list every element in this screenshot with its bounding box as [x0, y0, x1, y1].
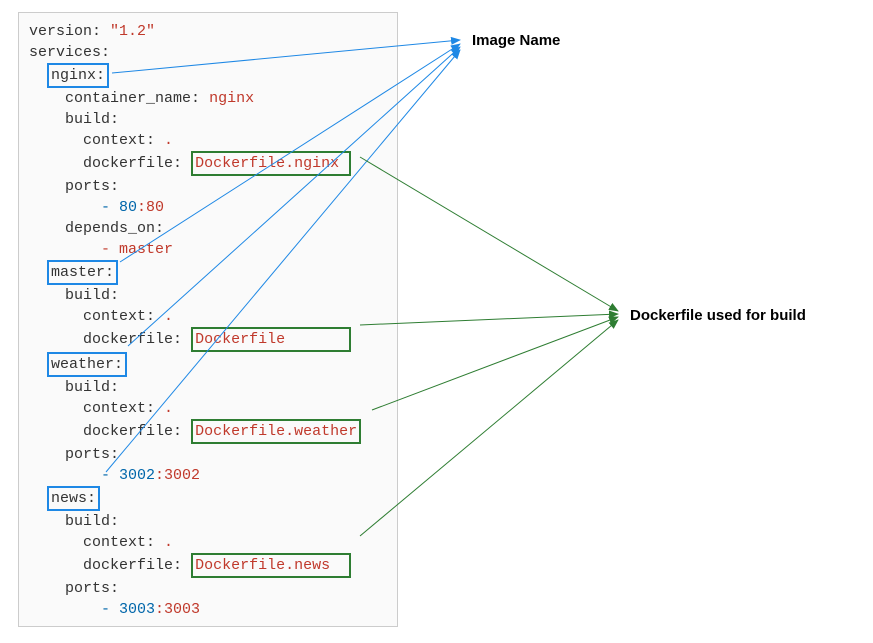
line-news-name: news:	[29, 486, 387, 511]
line-weather-name: weather:	[29, 352, 387, 377]
line-news-port0: - 3003:3003	[29, 599, 387, 620]
line-nginx-cn: container_name: nginx	[29, 88, 387, 109]
line-news-build: build:	[29, 511, 387, 532]
dockerfile-master: Dockerfile	[191, 327, 351, 352]
line-nginx-build: build:	[29, 109, 387, 130]
dockerfile-nginx: Dockerfile.nginx	[191, 151, 351, 176]
line-nginx-port0: - 80:80	[29, 197, 387, 218]
line-weather-build: build:	[29, 377, 387, 398]
line-nginx-ctx: context: .	[29, 130, 387, 151]
line-weather-ports: ports:	[29, 444, 387, 465]
line-master-build: build:	[29, 285, 387, 306]
line-weather-ctx: context: .	[29, 398, 387, 419]
line-news-ports: ports:	[29, 578, 387, 599]
image-name-master: master:	[47, 260, 118, 285]
line-weather-df: dockerfile: Dockerfile.weather	[29, 419, 387, 444]
image-name-nginx: nginx:	[47, 63, 109, 88]
line-nginx-dep0: - master	[29, 239, 387, 260]
line-master-name: master:	[29, 260, 387, 285]
yaml-code-box: version: "1.2" services: nginx: containe…	[18, 12, 398, 627]
line-nginx-name: nginx:	[29, 63, 387, 88]
line-news-df: dockerfile: Dockerfile.news	[29, 553, 387, 578]
line-nginx-ports: ports:	[29, 176, 387, 197]
line-version: version: "1.2"	[29, 21, 387, 42]
line-weather-port0: - 3002:3002	[29, 465, 387, 486]
image-name-news: news:	[47, 486, 100, 511]
line-nginx-dep: depends_on:	[29, 218, 387, 239]
line-services: services:	[29, 42, 387, 63]
line-nginx-df: dockerfile: Dockerfile.nginx	[29, 151, 387, 176]
label-dockerfile-used: Dockerfile used for build	[630, 307, 806, 324]
label-image-name: Image Name	[472, 32, 560, 49]
dockerfile-weather: Dockerfile.weather	[191, 419, 361, 444]
line-master-df: dockerfile: Dockerfile	[29, 327, 387, 352]
line-master-ctx: context: .	[29, 306, 387, 327]
dockerfile-news: Dockerfile.news	[191, 553, 351, 578]
image-name-weather: weather:	[47, 352, 127, 377]
line-news-ctx: context: .	[29, 532, 387, 553]
